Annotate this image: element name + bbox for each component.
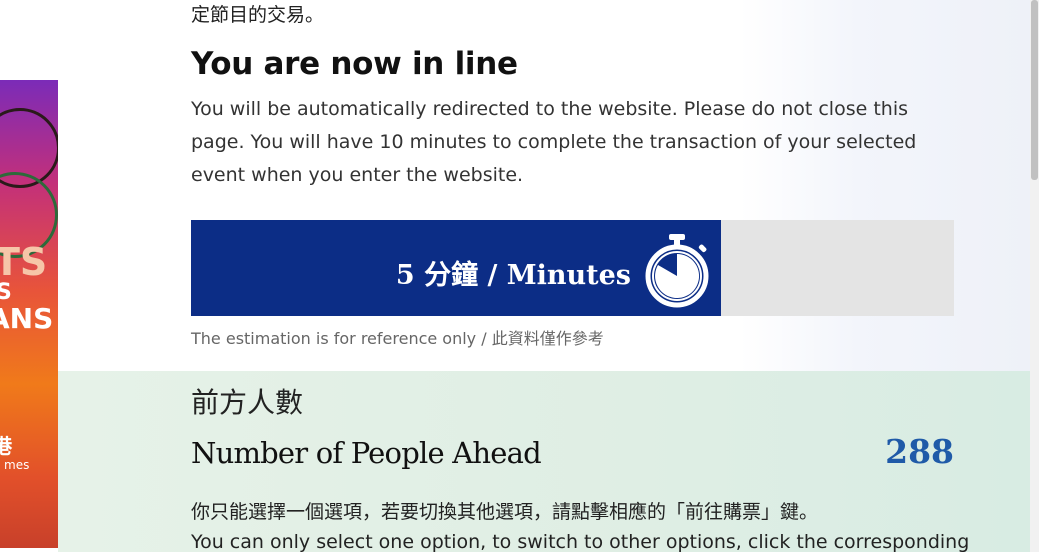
instruction-text-en: You can only select one option, to switc… [191,531,970,553]
banner-text: TS [0,240,48,284]
wait-time-label: 5 分鐘 / Minutes [395,260,631,291]
progress-fill: 5 分鐘 / Minutes [191,220,721,316]
people-ahead-count: 288 [885,432,954,471]
scrollbar[interactable] [1030,0,1039,552]
queue-description: You will be automatically redirected to … [191,98,917,186]
wait-time-progress-bar: 5 分鐘 / Minutes [191,220,954,316]
instruction-text-cn: 你只能選擇一個選項，若要切換其他選項，請點擊相應的「前往購票」鍵。 [191,501,819,523]
banner-text: mes [4,458,30,472]
top-text: 定節目的交易。 [191,4,325,26]
stopwatch-icon [645,234,709,308]
banner-text: 港 [0,434,12,458]
page-title: You are now in line [191,46,518,82]
scrollbar-thumb[interactable] [1031,0,1038,180]
people-ahead-label-cn: 前方人數 [191,386,304,419]
banner-text: ANS [0,302,54,335]
people-ahead-label-en: Number of People Ahead [191,436,542,470]
event-banner[interactable]: TS S ANS 港 mes [0,80,58,548]
estimate-note: The estimation is for reference only / 此… [191,329,604,348]
